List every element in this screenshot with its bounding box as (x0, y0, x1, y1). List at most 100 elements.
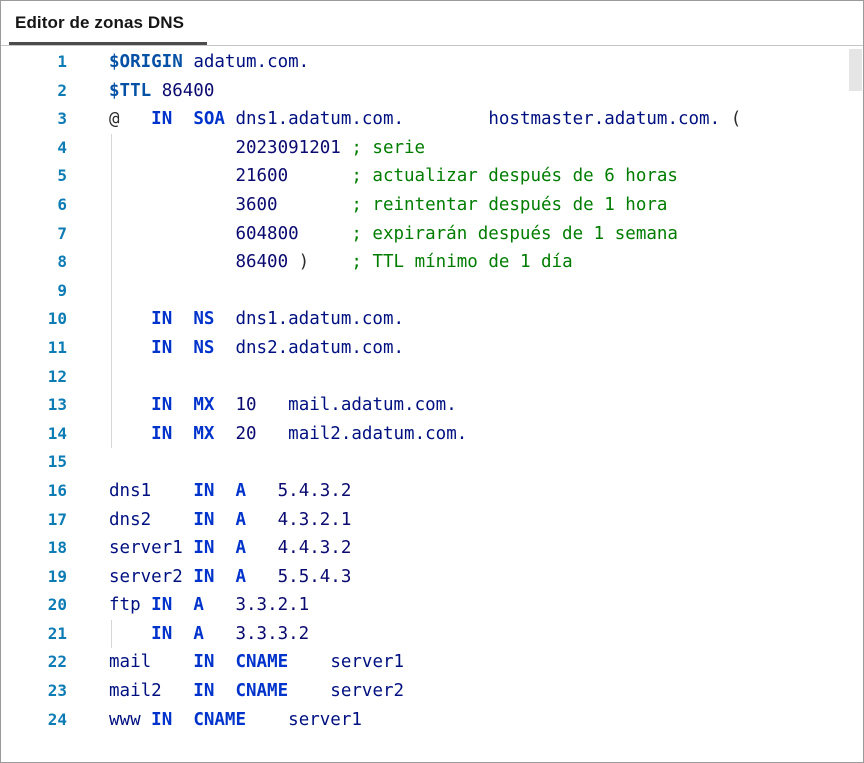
code-text[interactable]: IN MX 20 mail2.adatum.com. (109, 419, 468, 449)
token-whitespace (183, 52, 194, 72)
token-keyword: IN (151, 709, 173, 730)
token-domain: hostmaster.adatum.com. (488, 109, 721, 130)
token-whitespace (214, 309, 235, 329)
code-line: 13 IN MX 10 mail.adatum.com. (1, 391, 863, 420)
token-whitespace (172, 424, 193, 444)
token-whitespace (141, 710, 152, 730)
token-domain: dns1.adatum.com. (235, 309, 405, 330)
token-whitespace (288, 652, 330, 672)
token-keyword: IN (151, 623, 173, 644)
code-text[interactable]: 3600 ; reintentar después de 1 hora (109, 190, 667, 220)
token-comment: ; serie (351, 137, 426, 158)
token-whitespace (109, 309, 151, 329)
token-whitespace (109, 395, 151, 415)
line-number: 12 (47, 366, 67, 386)
code-text[interactable]: dns1 IN A 5.4.3.2 (109, 477, 351, 506)
code-text[interactable]: dns2 IN A 4.3.2.1 (109, 506, 351, 535)
code-text[interactable]: mail2 IN CNAME server2 (109, 677, 404, 706)
code-text[interactable]: mail IN CNAME server1 (109, 648, 404, 677)
token-keyword: IN (193, 652, 215, 673)
token-number: 4.4.3.2 (277, 538, 352, 559)
code-text[interactable]: 604800 ; expirarán después de 1 semana (109, 219, 678, 249)
code-text[interactable]: $TTL 86400 (109, 77, 214, 106)
token-number: 3.3.3.2 (235, 623, 310, 644)
scrollbar-thumb[interactable] (849, 49, 862, 91)
code-line: 17 dns2 IN A 4.3.2.1 (1, 506, 863, 535)
code-line: 12 (1, 362, 863, 392)
token-whitespace (720, 109, 731, 129)
token-keyword: IN (193, 509, 215, 530)
line-number: 15 (47, 452, 67, 472)
header: Editor de zonas DNS (1, 1, 863, 46)
token-domain: server1 (109, 538, 183, 559)
code-text[interactable]: server1 IN A 4.4.3.2 (109, 534, 351, 563)
token-whitespace (109, 138, 235, 158)
token-comment: ; TTL mínimo de 1 día (351, 252, 573, 273)
code-text[interactable]: server2 IN A 5.5.4.3 (109, 563, 351, 592)
token-keyword: NS (193, 337, 215, 358)
line-number: 14 (47, 423, 67, 443)
code-line: 7 604800 ; expirarán después de 1 semana (1, 219, 863, 249)
code-line: 9 (1, 276, 863, 306)
token-keyword: IN (151, 337, 173, 358)
line-number: 9 (57, 280, 67, 300)
line-number: 11 (47, 337, 67, 357)
code-text[interactable]: www IN CNAME server1 (109, 706, 362, 735)
code-line: 24 www IN CNAME server1 (1, 706, 863, 735)
code-text[interactable]: IN MX 10 mail.adatum.com. (109, 391, 457, 420)
token-keyword: IN (193, 681, 215, 702)
token-whitespace (172, 109, 193, 129)
code-text[interactable]: 86400 ) ; TTL mínimo de 1 día (109, 248, 573, 277)
code-line: 23 mail2 IN CNAME server2 (1, 677, 863, 706)
code-text[interactable]: $ORIGIN adatum.com. (109, 48, 309, 77)
token-whitespace (214, 395, 235, 415)
indent-guide (111, 190, 112, 220)
token-whitespace (214, 424, 235, 444)
code-text[interactable]: IN A 3.3.3.2 (109, 619, 310, 649)
token-whitespace (204, 595, 236, 615)
page-title: Editor de zonas DNS (15, 13, 185, 32)
code-text[interactable]: 21600 ; actualizar después de 6 horas (109, 162, 678, 191)
code-line: 10 IN NS dns1.adatum.com. (1, 305, 863, 334)
token-comment: ; actualizar después de 6 horas (351, 166, 678, 187)
indent-guide (111, 276, 112, 306)
token-whitespace (172, 595, 193, 615)
line-number: 4 (57, 137, 67, 157)
line-number: 7 (57, 223, 67, 243)
token-whitespace (309, 252, 351, 272)
token-directive: $TTL (109, 80, 152, 101)
token-number: 21600 (235, 166, 289, 187)
token-whitespace (183, 567, 194, 587)
code-text[interactable]: @ IN SOA dns1.adatum.com. hostmaster.ada… (109, 105, 741, 134)
token-whitespace (257, 395, 289, 415)
line-number: 17 (47, 509, 67, 529)
token-whitespace (246, 710, 288, 730)
indent-guide (111, 419, 112, 449)
token-domain: mail2.adatum.com. (288, 423, 468, 444)
code-line: 14 IN MX 20 mail2.adatum.com. (1, 419, 863, 449)
token-whitespace (214, 652, 235, 672)
code-text[interactable]: ftp IN A 3.3.2.1 (109, 591, 309, 620)
indent-guide (111, 391, 112, 420)
token-whitespace (278, 195, 352, 215)
token-domain: ftp (109, 595, 141, 616)
token-domain: server2 (330, 681, 405, 702)
token-whitespace (246, 567, 278, 587)
token-whitespace (151, 481, 193, 501)
token-number: 4.3.2.1 (277, 509, 352, 530)
code-text[interactable]: IN NS dns1.adatum.com. (109, 305, 404, 334)
code-text[interactable]: 2023091201 ; serie (109, 133, 426, 163)
token-whitespace (172, 710, 193, 730)
code-line: 1 $ORIGIN adatum.com. (1, 48, 863, 77)
token-keyword: MX (193, 395, 215, 416)
token-whitespace (214, 510, 235, 530)
token-domain: server1 (288, 709, 362, 730)
token-domain: server1 (330, 652, 405, 673)
token-number: 10 (235, 395, 257, 416)
token-keyword: CNAME (193, 709, 246, 730)
token-keyword: IN (193, 480, 215, 501)
code-line: 2 $TTL 86400 (1, 77, 863, 106)
token-whitespace (109, 224, 235, 244)
code-editor[interactable]: 1 $ORIGIN adatum.com. 2 $TTL 86400 3 @ IN SOA… (1, 46, 863, 734)
code-text[interactable]: IN NS dns2.adatum.com. (109, 333, 404, 363)
